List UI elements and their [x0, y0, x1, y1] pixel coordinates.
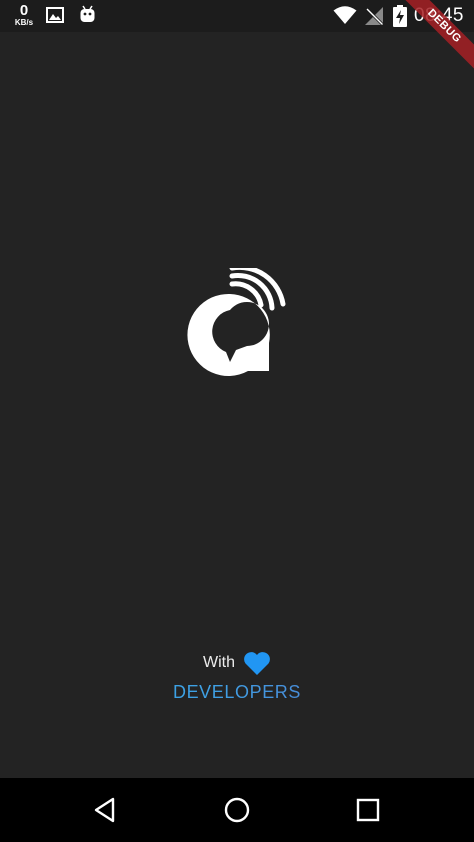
- app-logo-icon: [187, 268, 286, 376]
- with-label: With: [203, 654, 235, 671]
- network-speed-unit: KB/s: [14, 18, 34, 27]
- navigation-bar: [0, 778, 474, 842]
- network-speed-indicator: 0 KB/s: [10, 3, 38, 27]
- heart-icon: [243, 651, 271, 676]
- status-time: 08:45: [413, 5, 464, 26]
- developers-label: DEVELOPERS: [0, 682, 474, 703]
- home-icon[interactable]: [221, 794, 253, 826]
- with-love-line: With: [0, 648, 474, 678]
- splash-screen: 0 KB/s 08:45 DEBUG With DEVELOPERS: [0, 0, 474, 842]
- image-icon: [46, 7, 64, 23]
- status-bar: 0 KB/s 08:45: [0, 0, 474, 32]
- battery-charging-icon: [393, 5, 407, 27]
- android-icon: [80, 5, 95, 22]
- no-signal-icon: [365, 7, 384, 26]
- recents-icon[interactable]: [352, 794, 384, 826]
- network-speed-value: 0: [19, 2, 29, 19]
- back-icon[interactable]: [90, 794, 122, 826]
- wifi-icon: [333, 6, 357, 24]
- credit-block: With DEVELOPERS: [0, 648, 474, 703]
